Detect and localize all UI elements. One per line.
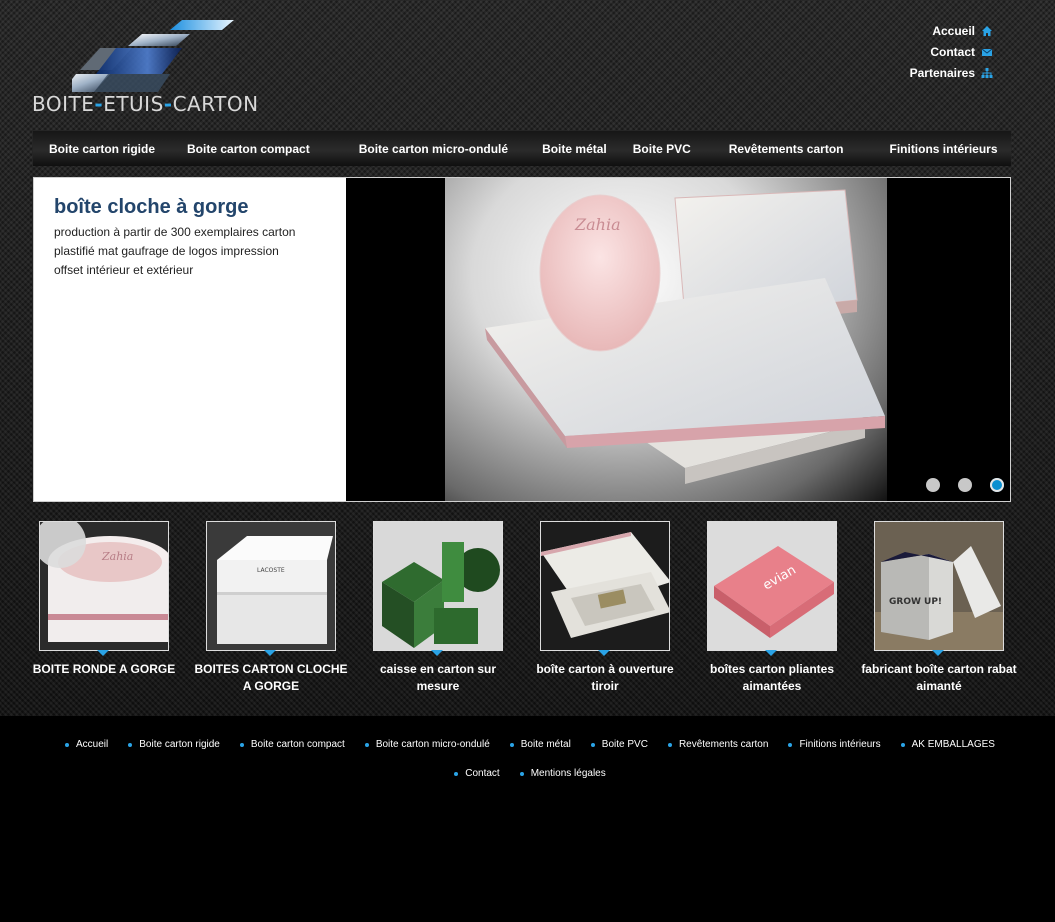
footer-link-boite-carton-micro-ondule[interactable]: Boite carton micro-ondulé [364,736,490,753]
thumbnail-pointer [431,650,443,656]
nav-boite-metal[interactable]: Boite métal [526,140,623,158]
svg-text:GROW UP!: GROW UP! [889,597,942,607]
footer-link-boite-carton-compact[interactable]: Boite carton compact [239,736,345,753]
nav-finitions-interieurs[interactable]: Finitions intérieurs [871,140,1013,158]
cloche-box-illustration: LACOSTE [207,522,335,650]
footer-link-revetements-carton[interactable]: Revêtements carton [667,736,768,753]
magnetic-box-illustration: evian [708,522,836,650]
nav-boite-carton-micro-ondule[interactable]: Boite carton micro-ondulé [326,140,526,158]
thumbnail-pointer [97,650,109,656]
footer-links: Accueil Boite carton rigide Boite carton… [50,736,1010,782]
bullet-icon [128,742,133,747]
slider-dot-2[interactable] [958,478,972,492]
svg-text:LACOSTE: LACOSTE [257,567,285,574]
thumbnail-image[interactable]: Zahia [39,521,169,651]
footer-link-boite-pvc[interactable]: Boite PVC [590,736,648,753]
site-logo[interactable]: BOITE-ETUIS-CARTON [32,16,284,116]
thumbnail-label[interactable]: boîtes carton pliantes aimantées [693,661,851,695]
bullet-icon [590,742,595,747]
custom-case-illustration [374,522,502,650]
thumbnail-label[interactable]: fabricant boîte carton rabat aimanté [860,661,1018,695]
top-link-accueil[interactable]: Accueil [910,20,993,41]
slider-pagination [926,478,1004,492]
logo-text: BOITE-ETUIS-CARTON [32,92,259,116]
bullet-icon [667,742,672,747]
thumbnail-pointer [765,650,777,656]
slide-product-illustration: Zahia [485,189,885,484]
bullet-icon [454,771,459,776]
slide-title: boîte cloche à gorge [54,196,249,218]
footer-link-finitions-interieurs[interactable]: Finitions intérieurs [788,736,881,753]
main-nav: Boite carton rigide Boite carton compact… [33,131,1011,166]
drawer-box-illustration [541,522,669,650]
footer-link-boite-metal[interactable]: Boite métal [509,736,571,753]
top-link-contact[interactable]: Contact [910,41,993,62]
featured-slider: boîte cloche à gorge production à partir… [33,177,1011,502]
slider-dot-3[interactable] [990,478,1004,492]
slide-image[interactable]: Zahia [445,178,887,501]
thumbnail-label[interactable]: BOITES CARTON CLOCHE A GORGE [192,661,350,695]
nav-boite-carton-compact[interactable]: Boite carton compact [171,140,326,158]
slide-description: production à partir de 300 exemplaires c… [54,225,296,277]
top-links: Accueil Contact Partenaires [910,20,993,83]
footer-link-contact[interactable]: Contact [454,765,500,782]
slide-caption: boîte cloche à gorge production à partir… [34,178,346,501]
logo-graphic [72,20,234,92]
nav-boite-carton-rigide[interactable]: Boite carton rigide [33,140,171,158]
footer-link-accueil[interactable]: Accueil [65,736,108,753]
svg-text:Zahia: Zahia [101,550,133,563]
flap-box-illustration: GROW UP! [875,522,1003,650]
bullet-icon [900,742,905,747]
footer: Accueil Boite carton rigide Boite carton… [0,716,1055,922]
bullet-icon [65,742,70,747]
thumbnail-label[interactable]: BOITE RONDE A GORGE [25,661,183,678]
thumbnail-label[interactable]: boîte carton à ouverture tiroir [526,661,684,695]
mail-icon [981,48,993,56]
thumbnail-label[interactable]: caisse en carton sur mesure [359,661,517,695]
home-icon [982,25,992,36]
slider-dot-1[interactable] [926,478,940,492]
bullet-icon [509,742,514,747]
thumbnail-image[interactable]: LACOSTE [206,521,336,651]
bullet-icon [519,771,524,776]
footer-link-ak-emballages[interactable]: AK EMBALLAGES [900,736,995,753]
nav-revetements-carton[interactable]: Revêtements carton [701,140,872,158]
thumbnail-pointer [598,650,610,656]
bullet-icon [788,742,793,747]
footer-link-mentions-legales[interactable]: Mentions légales [519,765,606,782]
thumbnail-pointer [264,650,276,656]
footer-link-boite-carton-rigide[interactable]: Boite carton rigide [128,736,220,753]
slide-brand-text: Zahia [574,215,621,234]
thumbnail-image[interactable] [373,521,503,651]
bullet-icon [239,742,244,747]
thumbnail-image[interactable] [540,521,670,651]
product-thumbnails: Zahia BOITE RONDE A GORGE LACOSTE BOITES… [33,521,1017,701]
thumbnail-image[interactable]: GROW UP! [874,521,1004,651]
thumbnail-pointer [932,650,944,656]
round-box-illustration: Zahia [40,522,168,650]
thumbnail-image[interactable]: evian [707,521,837,651]
sitemap-icon [981,67,993,78]
bullet-icon [364,742,369,747]
nav-boite-pvc[interactable]: Boite PVC [623,140,701,158]
top-link-partenaires[interactable]: Partenaires [910,62,993,83]
